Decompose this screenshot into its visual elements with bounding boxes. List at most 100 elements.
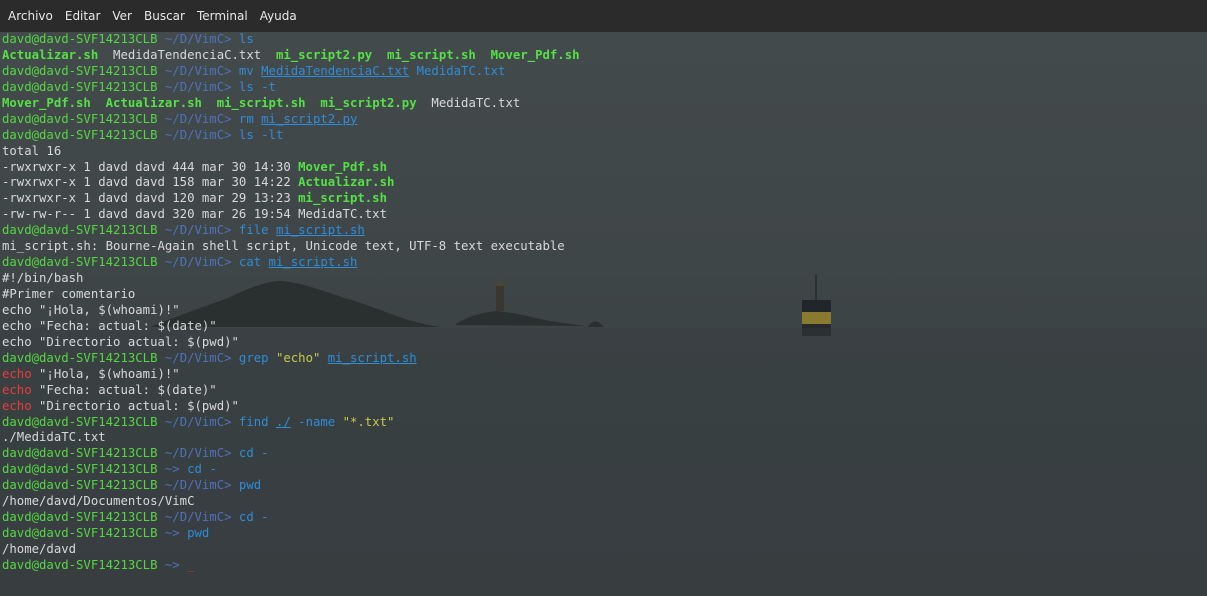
terminal-text-span: ~/D/VimC> bbox=[157, 223, 239, 238]
terminal-text-span: davd@davd-SVF14213CLB bbox=[2, 79, 158, 94]
menu-archivo[interactable]: Archivo bbox=[0, 0, 59, 32]
terminal-line: echo "Fecha: actual: $(date)" bbox=[2, 383, 580, 399]
terminal-text-span: file bbox=[238, 223, 276, 238]
terminal-line: -rwxrwxr-x 1 davd davd 444 mar 30 14:30 … bbox=[2, 160, 580, 176]
terminal-text-span: davd@davd-SVF14213CLB bbox=[2, 510, 158, 525]
terminal-line: davd@davd-SVF14213CLB ~/D/VimC> rm mi_sc… bbox=[2, 112, 580, 128]
terminal-text-span: ls -t bbox=[238, 79, 276, 94]
terminal-text-span: -rw-rw-r-- 1 davd davd 320 mar 26 19:54 … bbox=[2, 207, 387, 222]
terminal-text-span: -rwxrwxr-x 1 davd davd 444 mar 30 14:30 bbox=[2, 159, 299, 174]
terminal-line: davd@davd-SVF14213CLB ~/D/VimC> ls bbox=[2, 32, 580, 48]
terminal-text-span: mi_script.sh bbox=[387, 47, 476, 62]
terminal-line: -rwxrwxr-x 1 davd davd 158 mar 30 14:22 … bbox=[2, 175, 580, 191]
terminal-text-span: mi_script2.py bbox=[261, 111, 358, 126]
terminal-line: davd@davd-SVF14213CLB ~/D/VimC> ls -lt bbox=[2, 128, 580, 144]
terminal-text-span bbox=[320, 351, 327, 365]
terminal-line: ./MedidaTC.txt bbox=[2, 430, 580, 446]
terminal-cursor: _ bbox=[187, 557, 195, 572]
terminal-line: mi_script.sh: Bourne-Again shell script,… bbox=[2, 239, 580, 255]
terminal-line: Mover_Pdf.sh Actualizar.sh mi_script.sh … bbox=[2, 96, 580, 112]
terminal-text-span: davd@davd-SVF14213CLB bbox=[2, 63, 158, 78]
terminal-text-span: "Directorio actual: $(pwd)" bbox=[31, 398, 239, 413]
terminal-text-span: mi_script.sh bbox=[298, 191, 387, 206]
terminal-text-span: ~/D/VimC> bbox=[157, 255, 239, 270]
terminal-text-span: mi_script2.py bbox=[275, 47, 373, 62]
terminal-text-span: /home/davd/Documentos/VimC bbox=[2, 494, 195, 509]
terminal-line: echo "Directorio actual: $(pwd)" bbox=[2, 335, 580, 351]
terminal-line: davd@davd-SVF14213CLB ~> cd - bbox=[2, 462, 580, 478]
terminal-text-span: ls bbox=[238, 32, 254, 46]
terminal-text-span: ./MedidaTC.txt bbox=[2, 430, 106, 445]
terminal-text-span: davd@davd-SVF14213CLB bbox=[2, 127, 158, 142]
terminal-line: davd@davd-SVF14213CLB ~/D/VimC> find ./ … bbox=[2, 415, 580, 431]
terminal-text-span: ~> bbox=[157, 526, 188, 541]
terminal-text-span: "echo" bbox=[275, 350, 321, 365]
terminal-line: davd@davd-SVF14213CLB ~/D/VimC> grep "ec… bbox=[2, 351, 580, 367]
terminal-line: -rwxrwxr-x 1 davd davd 120 mar 29 13:23 … bbox=[2, 191, 580, 207]
terminal-text-span: pwd bbox=[238, 478, 262, 493]
terminal-text-span: echo bbox=[2, 382, 32, 397]
terminal-text-span: ~/D/VimC> bbox=[157, 414, 239, 429]
terminal-line: davd@davd-SVF14213CLB ~/D/VimC> ls -t bbox=[2, 80, 580, 96]
terminal-line: echo "Directorio actual: $(pwd)" bbox=[2, 399, 580, 415]
terminal-text-span: davd@davd-SVF14213CLB bbox=[2, 446, 158, 461]
menu-buscar[interactable]: Buscar bbox=[138, 0, 191, 32]
terminal-text-span: cd - bbox=[238, 510, 269, 525]
terminal-text-span bbox=[476, 48, 491, 62]
terminal-text-span: #!/bin/bash bbox=[2, 271, 84, 286]
menu-ver[interactable]: Ver bbox=[106, 0, 138, 32]
terminal-text-span: ls -lt bbox=[238, 127, 284, 142]
terminal-line: echo "Fecha: actual: $(date)" bbox=[2, 319, 580, 335]
terminal-line: davd@davd-SVF14213CLB ~/D/VimC> cat mi_s… bbox=[2, 255, 580, 271]
terminal-text-span: MedidaTC.txt bbox=[409, 63, 506, 78]
terminal-line: davd@davd-SVF14213CLB ~/D/VimC> cd - bbox=[2, 446, 580, 462]
terminal-text-span bbox=[202, 96, 217, 110]
terminal-text-span: Actualizar.sh bbox=[2, 47, 99, 62]
terminal-text-span: Actualizar.sh bbox=[298, 175, 395, 190]
terminal-text-span: pwd bbox=[187, 526, 210, 541]
terminal-text-span: echo "Directorio actual: $(pwd)" bbox=[2, 334, 239, 349]
terminal-text-span: echo "¡Hola, $(whoami)!" bbox=[2, 302, 180, 317]
terminal-text-span: davd@davd-SVF14213CLB bbox=[2, 111, 158, 126]
terminal-text-span: davd@davd-SVF14213CLB bbox=[2, 414, 158, 429]
terminal-text-span: cat bbox=[238, 255, 269, 270]
terminal-text-span: MedidaTendenciaC.txt bbox=[261, 63, 410, 78]
terminal-text-span: davd@davd-SVF14213CLB bbox=[2, 462, 158, 477]
terminal-text-span: davd@davd-SVF14213CLB bbox=[2, 32, 158, 46]
terminal-text-span: Mover_Pdf.sh bbox=[490, 47, 580, 62]
terminal-text-span: ./ bbox=[275, 414, 291, 429]
menu-ayuda[interactable]: Ayuda bbox=[254, 0, 303, 32]
terminal-line: -rw-rw-r-- 1 davd davd 320 mar 26 19:54 … bbox=[2, 207, 580, 223]
terminal-text-span: ~/D/VimC> bbox=[157, 350, 239, 365]
terminal-text-span: echo bbox=[2, 366, 32, 381]
terminal-text-span: ~> bbox=[157, 557, 188, 572]
terminal-text-span: ~/D/VimC> bbox=[157, 32, 239, 46]
terminal-line: davd@davd-SVF14213CLB ~> pwd bbox=[2, 526, 580, 542]
terminal-text-span: davd@davd-SVF14213CLB bbox=[2, 350, 158, 365]
terminal-text-span bbox=[91, 96, 106, 110]
terminal-line: davd@davd-SVF14213CLB ~/D/VimC> pwd bbox=[2, 478, 580, 494]
terminal-line: echo "¡Hola, $(whoami)!" bbox=[2, 367, 580, 383]
terminal-text-span: -rwxrwxr-x 1 davd davd 120 mar 29 13:23 bbox=[2, 191, 299, 206]
terminal-text-span: ~/D/VimC> bbox=[157, 510, 239, 525]
terminal-text-span: MedidaTendenciaC.txt bbox=[98, 47, 276, 62]
terminal-text-span: davd@davd-SVF14213CLB bbox=[2, 478, 158, 493]
terminal-text-span: davd@davd-SVF14213CLB bbox=[2, 223, 158, 238]
small-rock bbox=[588, 321, 604, 327]
terminal-text-span: grep bbox=[238, 350, 276, 365]
terminal-text-span: cd - bbox=[238, 446, 269, 461]
terminal-line: davd@davd-SVF14213CLB ~/D/VimC> cd - bbox=[2, 510, 580, 526]
terminal-text-span: mi_script.sh bbox=[268, 255, 358, 270]
terminal-text-span: total 16 bbox=[2, 143, 62, 158]
terminal-line: #Primer comentario bbox=[2, 287, 580, 303]
terminal-text-span: ~/D/VimC> bbox=[157, 478, 239, 493]
terminal-text-span: echo bbox=[2, 398, 32, 413]
menu-terminal[interactable]: Terminal bbox=[191, 0, 254, 32]
terminal-text-span: Actualizar.sh bbox=[105, 95, 202, 110]
terminal-text-span bbox=[372, 48, 387, 62]
terminal-area[interactable]: davd@davd-SVF14213CLB ~/D/VimC> ls Actual… bbox=[0, 32, 1207, 596]
terminal-text-span: davd@davd-SVF14213CLB bbox=[2, 255, 158, 270]
terminal-text-span: /home/davd bbox=[2, 542, 77, 556]
menu-editar[interactable]: Editar bbox=[59, 0, 107, 32]
terminal-line: /home/davd bbox=[2, 542, 580, 558]
